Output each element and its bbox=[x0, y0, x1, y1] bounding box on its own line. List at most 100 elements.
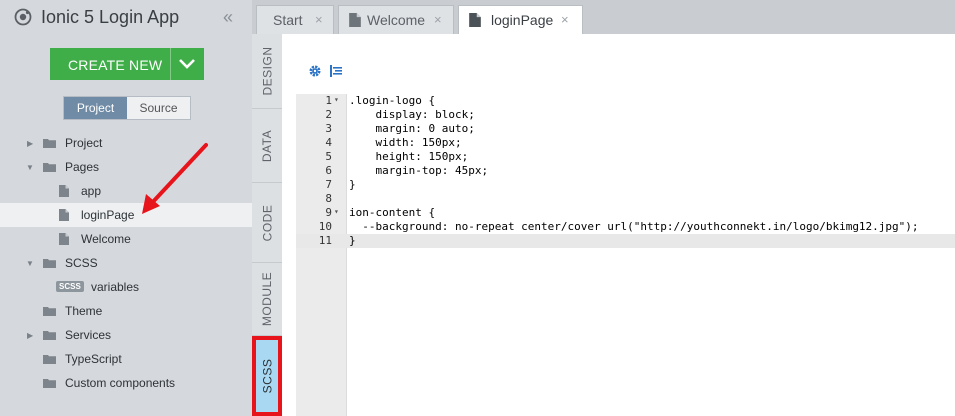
folder-icon bbox=[43, 307, 56, 316]
tree-item-variables[interactable]: SCSS variables bbox=[0, 275, 252, 299]
line-number: 3 bbox=[325, 122, 332, 135]
tab-loginpage[interactable]: loginPage × bbox=[458, 5, 583, 34]
folder-icon bbox=[43, 379, 56, 388]
code-text: } bbox=[349, 234, 356, 247]
tree-item-custom-components[interactable]: Custom components bbox=[0, 371, 252, 395]
format-icon[interactable] bbox=[329, 64, 343, 78]
tab-welcome[interactable]: Welcome × bbox=[338, 5, 454, 34]
app-logo-icon bbox=[14, 8, 32, 26]
code-line[interactable]: 8 bbox=[296, 192, 955, 206]
code-line[interactable]: 3 margin: 0 auto; bbox=[296, 122, 955, 136]
folder-icon bbox=[43, 259, 56, 268]
tab-scss[interactable]: SCSS bbox=[252, 336, 282, 416]
app-title: Ionic 5 Login App bbox=[41, 7, 180, 27]
line-number: 10 bbox=[318, 220, 332, 233]
tab-scss-label: SCSS bbox=[260, 358, 274, 393]
line-number: 11 bbox=[318, 234, 332, 247]
tree-item-services[interactable]: ▶ Services bbox=[0, 323, 252, 347]
line-number: 4 bbox=[325, 136, 332, 149]
code-text: margin: 0 auto; bbox=[349, 122, 475, 135]
tree-item-pages[interactable]: ▼ Pages bbox=[0, 155, 252, 179]
code-line[interactable]: 1 ▾ .login-logo { bbox=[296, 94, 955, 108]
caret-down-icon[interactable]: ▼ bbox=[26, 163, 34, 172]
tab-label: Start bbox=[273, 12, 303, 28]
code-text: } bbox=[349, 178, 356, 191]
tab-module-label: MODULE bbox=[260, 271, 274, 327]
code-text: display: block; bbox=[349, 108, 475, 121]
tree-item-label: Pages bbox=[65, 160, 100, 174]
code-line[interactable]: 11} bbox=[296, 234, 955, 248]
project-toggle-button[interactable]: Project bbox=[64, 97, 127, 119]
code-line[interactable]: 6 margin-top: 45px; bbox=[296, 164, 955, 178]
close-icon[interactable]: × bbox=[315, 12, 323, 27]
line-number: 7 bbox=[325, 178, 332, 191]
tree-item-label: app bbox=[81, 184, 102, 198]
caret-down-icon[interactable]: ▼ bbox=[26, 259, 34, 268]
sidebar: Ionic 5 Login App « CREATE NEW Project S… bbox=[0, 0, 252, 416]
caret-right-icon[interactable]: ▶ bbox=[27, 139, 33, 148]
fold-toggle-icon[interactable]: ▾ bbox=[334, 95, 339, 104]
tree-item-label: TypeScript bbox=[65, 352, 122, 366]
code-line[interactable]: 2 display: block; bbox=[296, 108, 955, 122]
code-editor-panel: 1 ▾ .login-logo {2 display: block; 3 margin… bbox=[282, 34, 955, 416]
source-toggle-button[interactable]: Source bbox=[127, 97, 190, 119]
tab-data-label: DATA bbox=[260, 129, 275, 162]
tab-label: loginPage bbox=[491, 12, 554, 28]
line-number: 1 bbox=[325, 94, 332, 107]
app-header: Ionic 5 Login App « bbox=[0, 0, 252, 36]
tree-item-scss[interactable]: ▼ SCSS bbox=[0, 251, 252, 275]
code-line[interactable]: 10 --background: no-repeat center/cover … bbox=[296, 220, 955, 234]
close-icon[interactable]: × bbox=[434, 12, 442, 27]
tab-design[interactable]: DESIGN bbox=[252, 34, 282, 109]
fold-toggle-icon[interactable]: ▾ bbox=[334, 207, 339, 216]
tab-code-label: CODE bbox=[260, 204, 275, 241]
close-icon[interactable]: × bbox=[561, 12, 569, 27]
chevron-down-icon[interactable] bbox=[177, 56, 197, 72]
folder-icon bbox=[43, 355, 56, 364]
code-line[interactable]: 5 height: 150px; bbox=[296, 150, 955, 164]
line-number: 2 bbox=[325, 108, 332, 121]
code-text-area[interactable]: 1 ▾ .login-logo {2 display: block; 3 margin… bbox=[296, 94, 955, 416]
caret-right-icon[interactable]: ▶ bbox=[27, 331, 33, 340]
code-text: height: 150px; bbox=[349, 150, 469, 163]
code-line[interactable]: 4 width: 150px; bbox=[296, 136, 955, 150]
tree-item-typescript[interactable]: TypeScript bbox=[0, 347, 252, 371]
folder-icon bbox=[43, 139, 56, 148]
tab-label: Welcome bbox=[367, 12, 426, 28]
tab-data[interactable]: DATA bbox=[252, 109, 282, 183]
code-text: margin-top: 45px; bbox=[349, 164, 489, 177]
file-icon bbox=[59, 209, 69, 221]
tree-item-app[interactable]: app bbox=[0, 179, 252, 203]
code-text: width: 150px; bbox=[349, 136, 462, 149]
collapse-icon[interactable]: « bbox=[223, 7, 233, 28]
create-new-label: CREATE NEW bbox=[68, 57, 163, 73]
code-text: ion-content { bbox=[349, 206, 436, 219]
tab-code[interactable]: CODE bbox=[252, 183, 282, 263]
code-line[interactable]: 7} bbox=[296, 178, 955, 192]
create-new-button[interactable]: CREATE NEW bbox=[50, 48, 204, 80]
line-number: 8 bbox=[325, 192, 332, 205]
tree-item-welcome[interactable]: Welcome bbox=[0, 227, 252, 251]
scss-file-badge: SCSS bbox=[56, 281, 84, 292]
tree-item-label: Custom components bbox=[65, 376, 176, 390]
tab-module[interactable]: MODULE bbox=[252, 263, 282, 336]
tree-item-label: loginPage bbox=[81, 208, 135, 222]
code-text: .login-logo { bbox=[349, 94, 436, 107]
tree-item-project[interactable]: ▶ Project bbox=[0, 131, 252, 155]
file-icon bbox=[469, 13, 481, 27]
file-icon bbox=[349, 13, 361, 27]
line-number: 9 bbox=[325, 206, 332, 219]
gear-icon[interactable] bbox=[308, 64, 322, 78]
editor-mode-tabs: DESIGN DATA CODE MODULE SCSS bbox=[252, 34, 282, 416]
tree-item-label: Theme bbox=[65, 304, 103, 318]
tree-item-theme[interactable]: Theme bbox=[0, 299, 252, 323]
create-new-divider bbox=[170, 48, 171, 80]
tree-item-label: Project bbox=[65, 136, 103, 150]
code-line[interactable]: 9 ▾ ion-content { bbox=[296, 206, 955, 220]
tree-item-loginpage[interactable]: loginPage bbox=[0, 203, 252, 227]
editor-toolbar bbox=[282, 58, 955, 82]
editor-tab-bar: Start × Welcome × loginPage × bbox=[252, 0, 955, 34]
tab-design-label: DESIGN bbox=[260, 46, 275, 96]
tab-start[interactable]: Start × bbox=[256, 5, 334, 34]
tree-item-label: Services bbox=[65, 328, 112, 342]
